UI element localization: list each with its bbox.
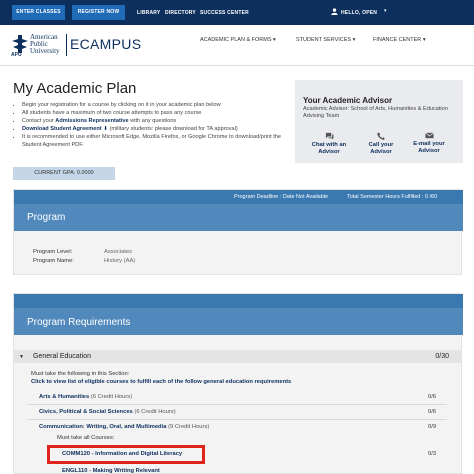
- program-header: Program: [14, 204, 463, 231]
- call-advisor-button[interactable]: Call your Advisor: [365, 132, 397, 155]
- total-semester-hours: Total Semester Hours Fulfilled : 0 /60: [347, 194, 438, 200]
- requirement-civics-political-social[interactable]: Civics, Political & Social Sciences (6 C…: [39, 409, 176, 415]
- nav-student-services[interactable]: STUDENT SERVICES ▾: [296, 37, 355, 43]
- requirements-meta-bar: [14, 294, 463, 308]
- list-item: Begin your registration for a course by …: [22, 101, 292, 109]
- advisor-title: Your Academic Advisor: [303, 96, 393, 105]
- program-panel: Program Deadline : Date Not Available To…: [13, 189, 463, 275]
- program-title: Program: [27, 212, 66, 223]
- ecampus-title[interactable]: ECAMPUS: [70, 36, 141, 52]
- divider: [27, 404, 447, 405]
- list-item: Contact your Admissions Representative w…: [22, 117, 292, 125]
- logo-divider: [66, 34, 67, 56]
- course-engl110-link[interactable]: ENGL110 - Making Writing Relevant: [62, 468, 160, 474]
- requirement-communication[interactable]: Communication: Writing, Oral, and Multim…: [39, 424, 209, 430]
- general-education-label: General Education: [33, 353, 91, 360]
- program-level-label: Program Level:: [33, 249, 73, 255]
- download-student-agreement-link[interactable]: Download Student Agreement: [22, 126, 102, 132]
- program-meta-bar: Program Deadline : Date Not Available To…: [14, 190, 463, 204]
- must-take-text: Must take the following in this Section:: [31, 371, 130, 377]
- page-title: My Academic Plan: [13, 80, 137, 97]
- chevron-down-icon: ▾: [384, 8, 387, 14]
- list-item: All students have a maximum of two cours…: [22, 109, 292, 117]
- requirements-title: Program Requirements: [27, 317, 131, 328]
- enter-classes-button[interactable]: ENTER CLASSES: [12, 5, 65, 20]
- chevron-down-icon: ▼: [19, 354, 24, 360]
- requirement-count: 0/6: [428, 409, 437, 415]
- current-gpa-badge: CURRENT GPA: 0.0000: [13, 167, 115, 180]
- user-icon: [331, 8, 338, 15]
- library-link[interactable]: LIBRARY: [137, 10, 160, 16]
- view-eligible-courses-link[interactable]: Click to view list of eligible courses t…: [31, 379, 291, 385]
- general-education-count: 0/30: [435, 353, 449, 360]
- highlight-box: [47, 445, 205, 464]
- email-advisor-button[interactable]: E-mail your Advisor: [409, 132, 449, 154]
- program-deadline: Program Deadline : Date Not Available: [234, 194, 329, 200]
- logo-mark-text: APU: [11, 52, 22, 58]
- instructions-list: Begin your registration for a course by …: [22, 101, 292, 149]
- chat-advisor-button[interactable]: Chat with an Advisor: [307, 132, 351, 155]
- program-name-value: History (AA): [104, 258, 136, 264]
- apu-logo-icon[interactable]: [12, 35, 28, 53]
- requirements-header: Program Requirements: [14, 308, 463, 335]
- program-level-value: Associates: [104, 249, 133, 255]
- chevron-down-icon: ▾: [352, 37, 356, 43]
- must-take-all-text: Must take all Courses:: [57, 435, 115, 441]
- logo-text: American Public University: [30, 33, 60, 55]
- top-bar: ENTER CLASSES REGISTER NOW LIBRARY DIREC…: [0, 0, 474, 25]
- advisor-card: Your Academic Advisor Academic Advisor: …: [295, 80, 463, 163]
- chevron-down-icon: ▾: [273, 37, 276, 43]
- requirement-count: 0/6: [428, 394, 437, 400]
- requirement-arts-humanities[interactable]: Arts & Humanities (6 Credit Hours): [39, 394, 132, 400]
- chat-icon: [325, 132, 333, 140]
- list-item: It is recommended to use either Microsof…: [22, 133, 292, 149]
- advisor-subtitle: Academic Advisor: School of Arts, Humani…: [303, 106, 448, 119]
- success-center-link[interactable]: SUCCESS CENTER: [200, 10, 249, 16]
- directory-link[interactable]: DIRECTORY: [165, 10, 196, 16]
- email-icon: [424, 132, 434, 139]
- phone-icon: [377, 132, 385, 140]
- nav-finance-center[interactable]: FINANCE CENTER ▾: [373, 37, 426, 43]
- chevron-down-icon: ▾: [422, 37, 426, 43]
- list-item: Download Student Agreement ⬇ (military s…: [22, 125, 292, 133]
- requirement-count: 0/9: [428, 424, 437, 430]
- nav-academic-plan-forms[interactable]: ACADEMIC PLAN & FORMS ▾: [200, 37, 276, 43]
- admissions-representative-link[interactable]: Admissions Representative: [55, 118, 128, 124]
- program-name-label: Program Name:: [33, 258, 74, 264]
- register-now-button[interactable]: REGISTER NOW: [72, 5, 125, 20]
- user-menu[interactable]: HELLO, OPEN: [341, 10, 377, 16]
- divider: [27, 419, 447, 420]
- general-education-row[interactable]: ▼ General Education 0/30: [13, 350, 462, 363]
- course-count: 0/3: [428, 451, 437, 457]
